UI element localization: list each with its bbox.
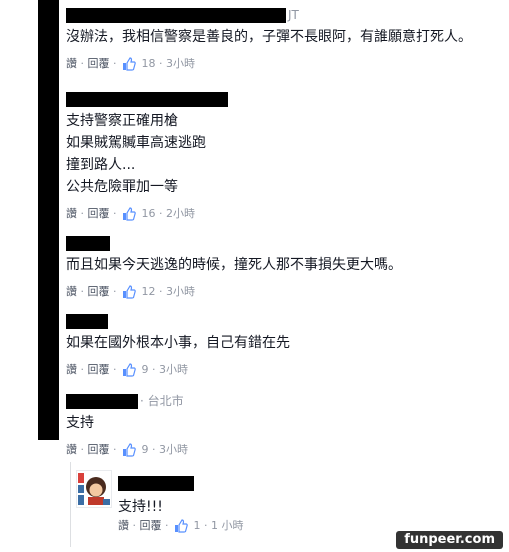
comment-text: 撞到路人... xyxy=(66,157,136,173)
thumbs-up-icon xyxy=(122,363,136,377)
timestamp[interactable]: 3小時 xyxy=(166,56,195,72)
comment-text: 如果賊駕贓車高速逃跑 xyxy=(66,135,206,151)
watermark-logo: funpeer.com xyxy=(396,531,503,549)
comment: 支持警察正確用槍 如果賊駕贓車高速逃跑 撞到路人... 公共危險罪加一等 讚 ·… xyxy=(66,92,501,222)
like-link[interactable]: 讚 xyxy=(66,362,77,378)
comment-actions: 讚 · 回覆 · 16 · 2小時 xyxy=(66,206,195,222)
timestamp[interactable]: 3小時 xyxy=(159,442,188,458)
comment-actions: 讚 · 回覆 · 9 · 3小時 xyxy=(66,362,188,378)
redacted-name xyxy=(66,92,228,107)
like-count[interactable]: 1 xyxy=(194,518,201,534)
reply-actions: 讚 · 回覆 · 1 · 1 小時 xyxy=(118,518,244,534)
redacted-name xyxy=(66,394,138,409)
like-link[interactable]: 讚 xyxy=(118,518,129,534)
author-location: · 台北市 xyxy=(140,394,184,408)
comment-text: 沒辦法，我相信警察是善良的，子彈不長眼阿，有誰願意打死人。 xyxy=(66,29,472,45)
author-name-tail: JT xyxy=(288,8,299,22)
redacted-name xyxy=(66,236,110,251)
comment-text: 如果在國外根本小事，自己有錯在先 xyxy=(66,335,290,351)
comment: 如果在國外根本小事，自己有錯在先 讚 · 回覆 · 9 · 3小時 xyxy=(66,314,501,378)
avatar[interactable] xyxy=(76,470,112,508)
thumbs-up-icon xyxy=(174,519,188,533)
like-count[interactable]: 12 xyxy=(142,284,156,300)
timestamp[interactable]: 1 小時 xyxy=(211,518,244,534)
comment-text: 支持警察正確用槍 xyxy=(66,113,178,129)
like-link[interactable]: 讚 xyxy=(66,442,77,458)
comment-author[interactable] xyxy=(66,314,501,332)
comment-text: 公共危險罪加一等 xyxy=(66,179,178,195)
like-count[interactable]: 18 xyxy=(142,56,156,72)
like-count[interactable]: 9 xyxy=(142,442,149,458)
comment: · 台北市 支持 讚 · 回覆 · 9 · 3小時 xyxy=(66,394,501,458)
thumbs-up-icon xyxy=(122,443,136,457)
redacted-avatar-column xyxy=(38,0,59,440)
comment-author[interactable] xyxy=(66,236,501,254)
redacted-name xyxy=(66,8,286,23)
comment-actions: 讚 · 回覆 · 12 · 3小時 xyxy=(66,284,195,300)
reply-link[interactable]: 回覆 xyxy=(88,442,110,458)
reply-link[interactable]: 回覆 xyxy=(88,206,110,222)
reply-text: 支持!!! xyxy=(118,499,163,515)
comment-author[interactable]: · 台北市 xyxy=(66,394,501,412)
reply-link[interactable]: 回覆 xyxy=(140,518,162,534)
reply-link[interactable]: 回覆 xyxy=(88,284,110,300)
like-link[interactable]: 讚 xyxy=(66,284,77,300)
comment-text: 而且如果今天逃逸的時候，撞死人那不事損失更大嗎。 xyxy=(66,257,402,273)
redacted-name xyxy=(66,314,108,329)
comment-actions: 讚 · 回覆 · 9 · 3小時 xyxy=(66,442,188,458)
comment: JT 沒辦法，我相信警察是善良的，子彈不長眼阿，有誰願意打死人。 讚 · 回覆 … xyxy=(66,8,501,72)
like-count[interactable]: 16 xyxy=(142,206,156,222)
thumbs-up-icon xyxy=(122,207,136,221)
comment-author[interactable]: JT xyxy=(66,8,501,26)
like-link[interactable]: 讚 xyxy=(66,56,77,72)
like-link[interactable]: 讚 xyxy=(66,206,77,222)
reply-link[interactable]: 回覆 xyxy=(88,362,110,378)
redacted-name xyxy=(118,476,194,491)
comment: 而且如果今天逃逸的時候，撞死人那不事損失更大嗎。 讚 · 回覆 · 12 · 3… xyxy=(66,236,501,300)
comment-author[interactable] xyxy=(66,92,501,110)
timestamp[interactable]: 3小時 xyxy=(166,284,195,300)
comment-actions: 讚 · 回覆 · 18 · 3小時 xyxy=(66,56,195,72)
thumbs-up-icon xyxy=(122,57,136,71)
comment-text: 支持 xyxy=(66,415,94,431)
thumbs-up-icon xyxy=(122,285,136,299)
reply-thread-line xyxy=(70,462,71,547)
timestamp[interactable]: 3小時 xyxy=(159,362,188,378)
like-count[interactable]: 9 xyxy=(142,362,149,378)
timestamp[interactable]: 2小時 xyxy=(166,206,195,222)
reply-link[interactable]: 回覆 xyxy=(88,56,110,72)
